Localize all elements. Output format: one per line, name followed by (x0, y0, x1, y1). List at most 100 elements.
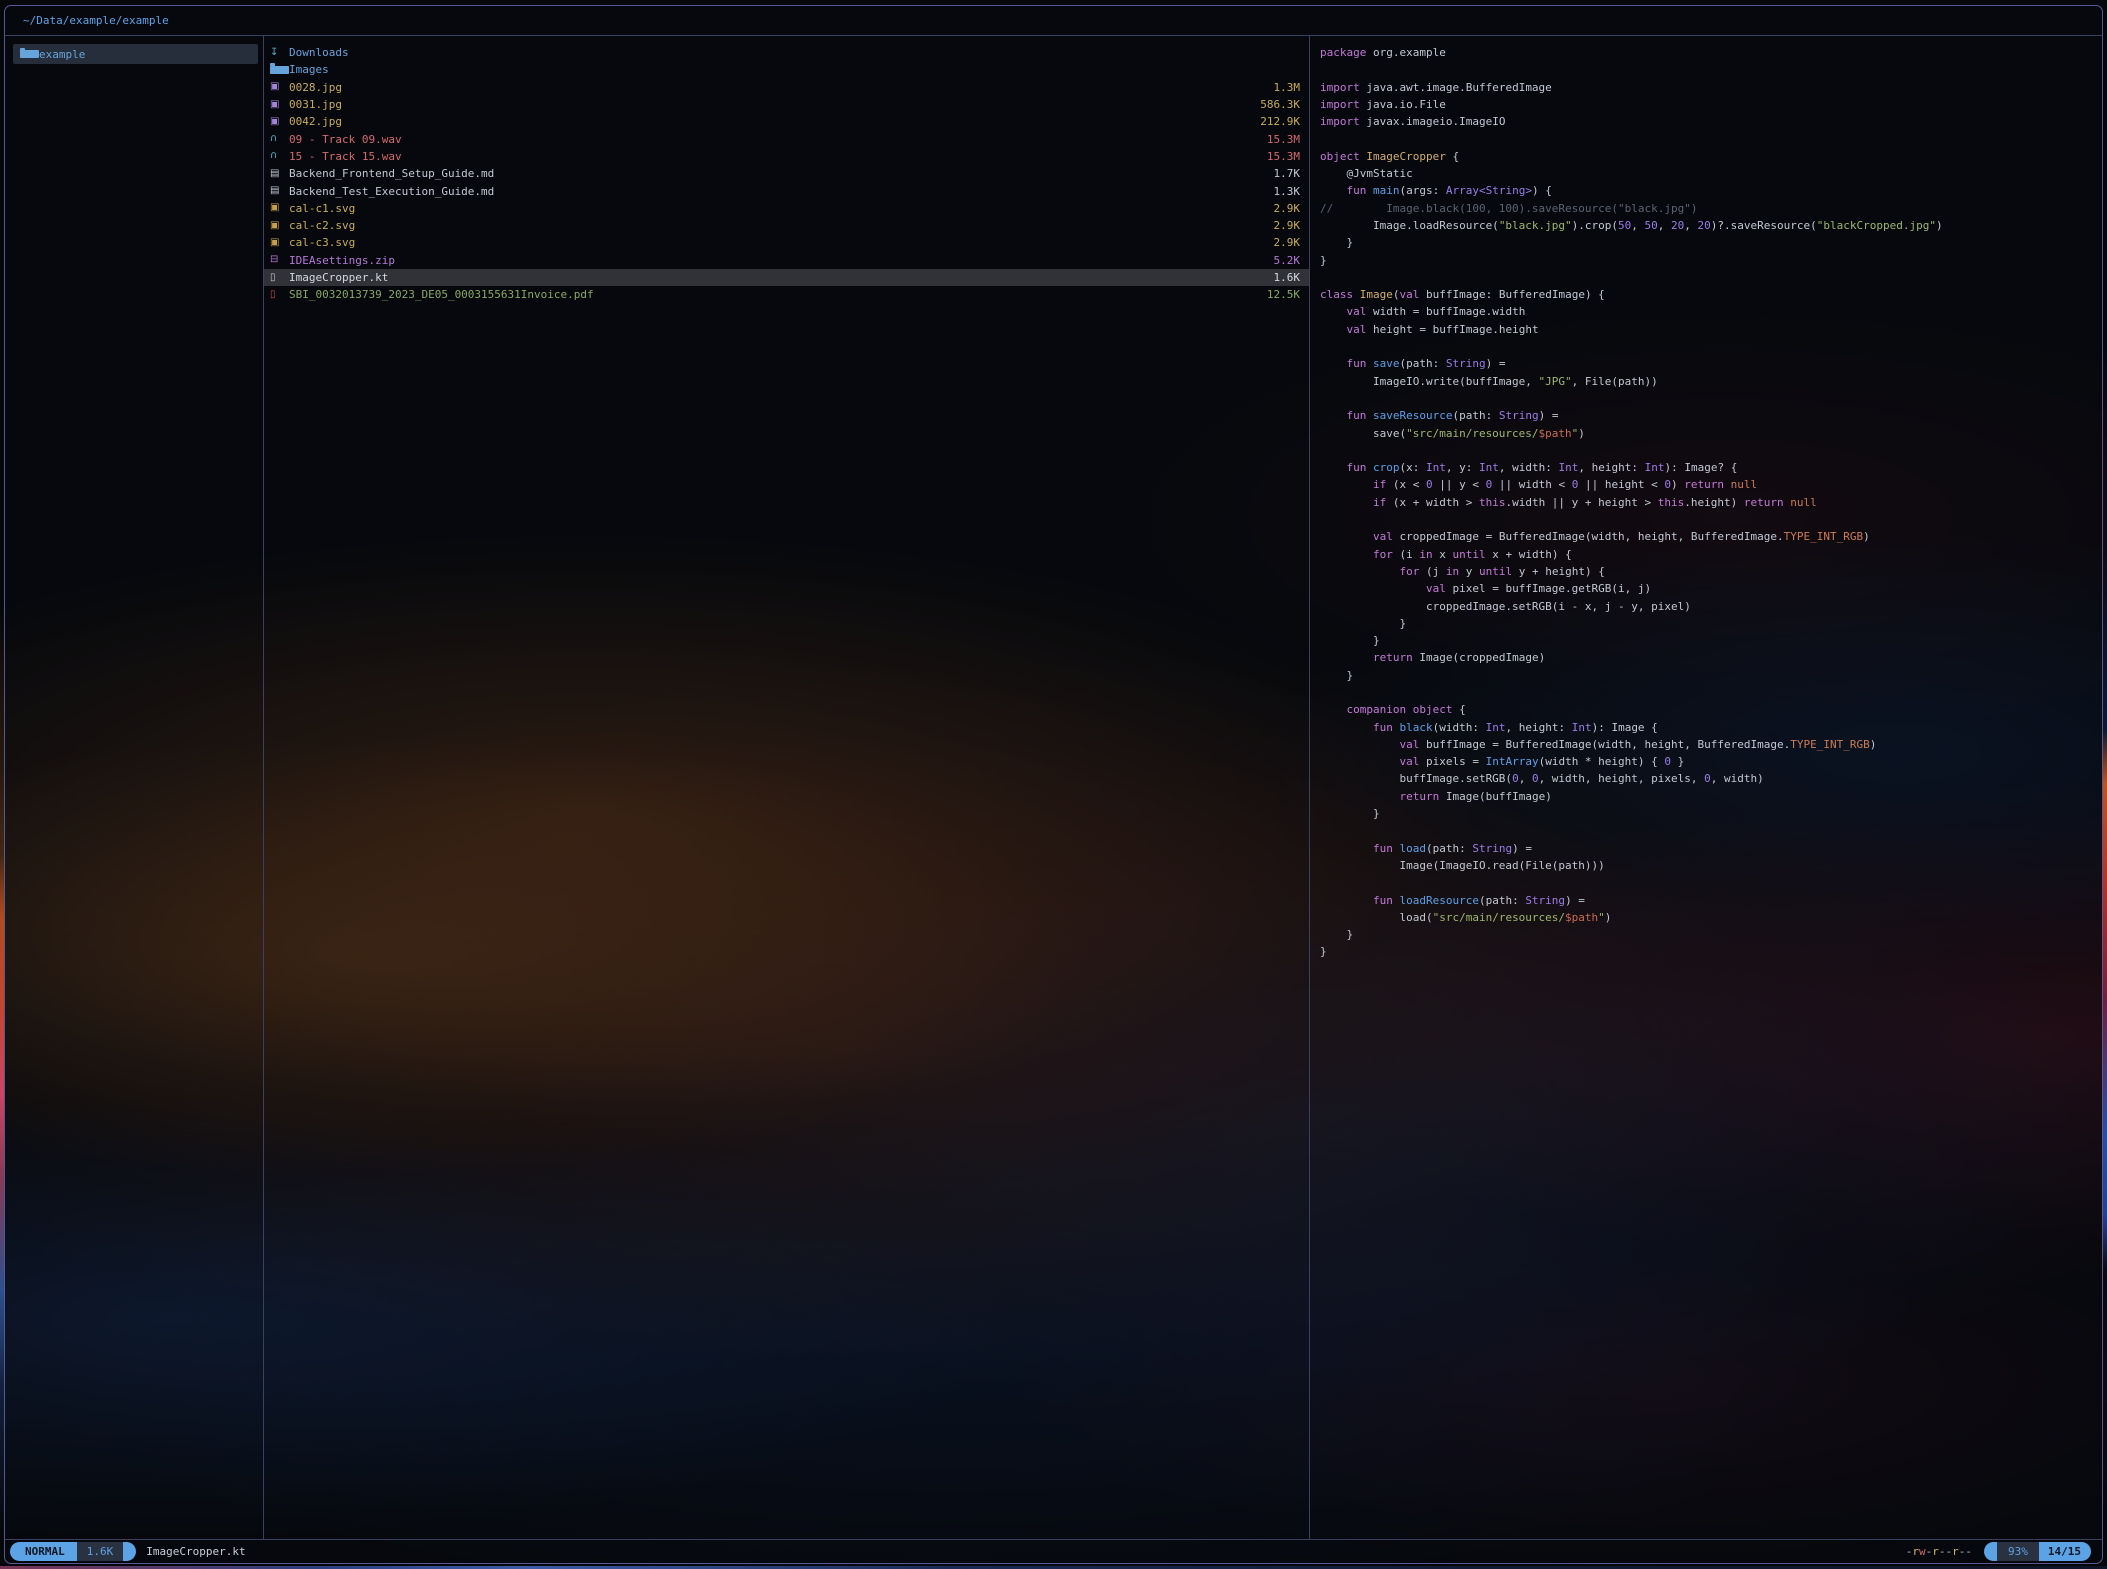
file-name: cal-c3.svg (289, 236, 355, 249)
list-item[interactable]: ▯ImageCropper.kt1.6K (264, 269, 1309, 286)
file-name: ImageCropper.kt (289, 271, 388, 284)
image-icon: ▣ (270, 100, 289, 110)
code-line: Image(ImageIO.read(File(path))) (1320, 857, 2102, 874)
list-item[interactable]: ▣0031.jpg586.3K (264, 96, 1309, 113)
file-size: 586.3K (1252, 98, 1300, 111)
file-name: cal-c2.svg (289, 219, 355, 232)
code-line: import java.awt.image.BufferedImage (1320, 79, 2102, 96)
list-item[interactable]: ▣cal-c3.svg2.9K (264, 234, 1309, 251)
code-preview: package org.example import java.awt.imag… (1320, 44, 2102, 961)
markdown-icon: ▤ (270, 186, 289, 196)
archive-icon: ⊟ (270, 255, 289, 265)
file-size: 1.3M (1266, 81, 1301, 94)
scroll-percent: 93% (1997, 1542, 2039, 1561)
file-size-indicator: 1.6K (77, 1542, 124, 1561)
file-size: 1.7K (1266, 167, 1301, 180)
audio-icon: ∩ (270, 151, 289, 161)
code-line: class Image(val buffImage: BufferedImage… (1320, 286, 2102, 303)
list-item[interactable]: ⊟IDEAsettings.zip5.2K (264, 252, 1309, 269)
list-item[interactable]: ▣0028.jpg 1.3M (264, 79, 1309, 96)
file-name: 09 - Track 09.wav (289, 133, 402, 146)
list-item[interactable]: ▤Backend_Test_Execution_Guide.md1.3K (264, 182, 1309, 199)
code-line: ImageIO.write(buffImage, "JPG", File(pat… (1320, 373, 2102, 390)
folder-icon (20, 50, 39, 58)
file-name: 15 - Track 15.wav (289, 150, 402, 163)
file-name: example (39, 48, 85, 61)
terminal-window: ~/Data/example/example example ↧Download… (4, 5, 2103, 1564)
svg-icon: ▣ (270, 238, 289, 248)
code-line (1320, 822, 2102, 839)
audio-icon: ∩ (270, 134, 289, 144)
download-icon: ↧ (270, 48, 289, 58)
code-line: } (1320, 926, 2102, 943)
code-line (1320, 61, 2102, 78)
file-name: Backend_Frontend_Setup_Guide.md (289, 167, 494, 180)
file-size: 212.9K (1252, 115, 1300, 128)
pdf-icon: ▯ (270, 290, 289, 300)
code-line (1320, 338, 2102, 355)
file-name: Images (289, 63, 329, 76)
code-line: if (x < 0 || y < 0 || width < 0 || heigh… (1320, 476, 2102, 493)
mode-indicator: NORMAL (10, 1542, 77, 1561)
position-pill: 93% 14/15 (1984, 1542, 2091, 1561)
preview-pane: package org.example import java.awt.imag… (1310, 36, 2102, 1539)
file-list-pane: ↧DownloadsImages▣0028.jpg1.3M▣0031.jpg58… (264, 36, 1310, 1539)
file-name: 0042.jpg (289, 115, 342, 128)
code-line: fun main(args: Array<String>) { (1320, 182, 2102, 199)
code-line (1320, 511, 2102, 528)
wallpaper-edge-right (2103, 730, 2107, 1270)
mode-pill: NORMAL 1.6K (10, 1542, 136, 1561)
current-path: ~/Data/example/example (23, 14, 169, 27)
code-line (1320, 442, 2102, 459)
code-line: buffImage.setRGB(0, 0, width, height, pi… (1320, 770, 2102, 787)
code-line: package org.example (1320, 44, 2102, 61)
list-item[interactable]: ▤Backend_Frontend_Setup_Guide.md 1.7K (264, 165, 1309, 182)
image-icon: ▣ (270, 82, 289, 92)
code-line: } (1320, 234, 2102, 251)
file-size: 1.3K (1266, 185, 1301, 198)
list-item[interactable]: example (13, 44, 258, 64)
code-line: load("src/main/resources/$path") (1320, 909, 2102, 926)
pill-cap-icon (1984, 1542, 1997, 1561)
code-line (1320, 390, 2102, 407)
code-line (1320, 130, 2102, 147)
status-file-name: ImageCropper.kt (146, 1545, 245, 1558)
svg-icon: ▣ (270, 221, 289, 231)
code-line: } (1320, 943, 2102, 960)
file-size: 12.5K (1259, 288, 1300, 301)
list-item[interactable]: Images (264, 61, 1309, 78)
svg-icon: ▣ (270, 203, 289, 213)
list-item[interactable]: ▣0042.jpg 212.9K (264, 113, 1309, 130)
list-item[interactable]: ▣cal-c1.svg2.9K (264, 200, 1309, 217)
code-line: import javax.imageio.ImageIO (1320, 113, 2102, 130)
file-name: SBI_0032013739_2023_DE05_0003155631Invoi… (289, 288, 594, 301)
code-line: companion object { (1320, 701, 2102, 718)
file-size: 2.9K (1266, 219, 1301, 232)
code-line: object ImageCropper { (1320, 148, 2102, 165)
list-item[interactable]: ∩09 - Track 09.wav 15.3M (264, 130, 1309, 147)
file-size: 15.3M (1259, 133, 1300, 146)
file-name: Downloads (289, 46, 349, 59)
folder-icon (270, 66, 289, 74)
file-name: cal-c1.svg (289, 202, 355, 215)
code-line: fun save(path: String) = (1320, 355, 2102, 372)
code-line: @JvmStatic (1320, 165, 2102, 182)
code-line: } (1320, 252, 2102, 269)
status-right-group: -rw-r--r-- 93% 14/15 (1906, 1542, 2091, 1561)
markdown-icon: ▤ (270, 169, 289, 179)
file-name: 0028.jpg (289, 81, 342, 94)
list-item[interactable]: ▯SBI_0032013739_2023_DE05_0003155631Invo… (264, 286, 1309, 303)
file-icon: ▯ (270, 273, 289, 283)
cursor-position: 14/15 (2039, 1542, 2091, 1561)
code-line: // Image.black(100, 100).saveResource("b… (1320, 200, 2102, 217)
code-line: for (j in y until y + height) { (1320, 563, 2102, 580)
code-line: } (1320, 632, 2102, 649)
code-line: val width = buffImage.width (1320, 303, 2102, 320)
code-line: if (x + width > this.width || y + height… (1320, 494, 2102, 511)
list-item[interactable]: ▣cal-c2.svg 2.9K (264, 217, 1309, 234)
list-item[interactable]: ↧Downloads (264, 44, 1309, 61)
file-name: IDEAsettings.zip (289, 254, 395, 267)
list-item[interactable]: ∩15 - Track 15.wav15.3M (264, 148, 1309, 165)
parent-directory-pane: example (5, 36, 264, 1539)
image-icon: ▣ (270, 117, 289, 127)
